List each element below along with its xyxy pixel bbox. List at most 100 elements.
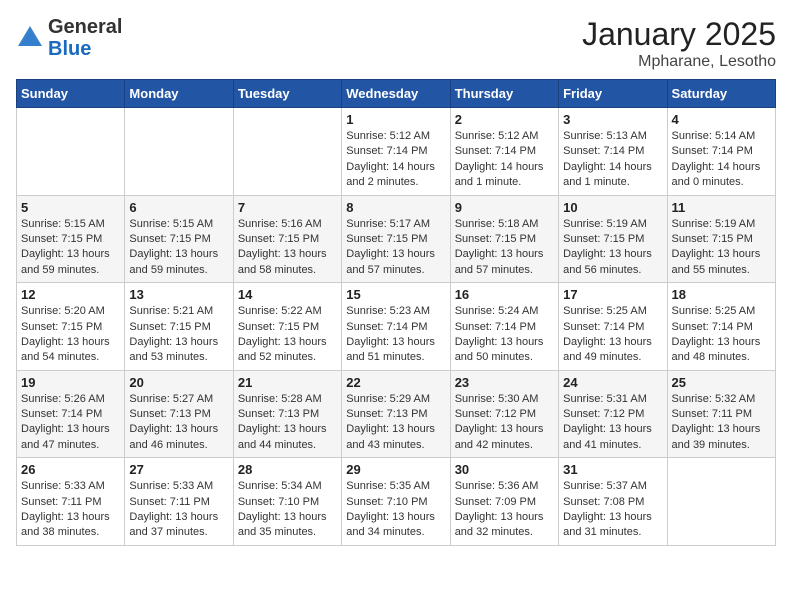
calendar-cell: 26 Sunrise: 5:33 AM Sunset: 7:11 PM Dayli… [17, 458, 125, 546]
day-info: Sunrise: 5:18 AM Sunset: 7:15 PM Dayligh… [455, 217, 554, 279]
title-block: January 2025 Mpharane, Lesotho [582, 16, 776, 71]
day-number: 5 [21, 200, 120, 215]
calendar-cell: 7Sunrise: 5:16 AM Sunset: 7:15 PM Daylig… [233, 195, 341, 283]
day-info: Sunrise: 5:31 AM Sunset: 7:12 PM Dayligh… [563, 392, 662, 454]
calendar-cell [667, 458, 775, 546]
day-number: 19 [21, 375, 120, 390]
calendar-cell: 24 Sunrise: 5:31 AM Sunset: 7:12 PM Dayli… [559, 370, 667, 458]
day-number: 31 [563, 462, 662, 477]
day-number: 25 [672, 375, 771, 390]
day-number: 1 [346, 112, 445, 127]
weekday-header-tuesday: Tuesday [233, 80, 341, 108]
calendar-week-row: 1 Sunrise: 5:12 AM Sunset: 7:14 PM Daylig… [17, 108, 776, 196]
calendar-cell: 12 Sunrise: 5:20 AM Sunset: 7:15 PM Dayli… [17, 283, 125, 371]
day-number: 22 [346, 375, 445, 390]
logo-general: General [48, 16, 122, 38]
day-number: 30 [455, 462, 554, 477]
day-number: 12 [21, 287, 120, 302]
day-info: Sunrise: 5:14 AM Sunset: 7:14 PM Dayligh… [672, 129, 771, 191]
calendar-cell: 3Sunrise: 5:13 AM Sunset: 7:14 PM Daylig… [559, 108, 667, 196]
logo: General Blue [16, 16, 122, 60]
calendar-cell: 27Sunrise: 5:33 AM Sunset: 7:11 PM Dayli… [125, 458, 233, 546]
calendar-cell: 6 Sunrise: 5:15 AM Sunset: 7:15 PM Daylig… [125, 195, 233, 283]
weekday-header-row: SundayMondayTuesdayWednesdayThursdayFrid… [17, 80, 776, 108]
day-info: Sunrise: 5:19 AM Sunset: 7:15 PM Dayligh… [672, 217, 771, 279]
day-number: 28 [238, 462, 337, 477]
calendar-cell: 25Sunrise: 5:32 AM Sunset: 7:11 PM Dayli… [667, 370, 775, 458]
calendar-table: SundayMondayTuesdayWednesdayThursdayFrid… [16, 79, 776, 546]
day-info: Sunrise: 5:30 AM Sunset: 7:12 PM Dayligh… [455, 392, 554, 454]
logo-text: General Blue [48, 16, 122, 60]
weekday-header-saturday: Saturday [667, 80, 775, 108]
day-info: Sunrise: 5:17 AM Sunset: 7:15 PM Dayligh… [346, 217, 445, 279]
day-info: Sunrise: 5:25 AM Sunset: 7:14 PM Dayligh… [563, 304, 662, 366]
day-info: Sunrise: 5:20 AM Sunset: 7:15 PM Dayligh… [21, 304, 120, 366]
day-number: 20 [129, 375, 228, 390]
calendar-cell: 11 Sunrise: 5:19 AM Sunset: 7:15 PM Dayli… [667, 195, 775, 283]
calendar-cell: 5 Sunrise: 5:15 AM Sunset: 7:15 PM Daylig… [17, 195, 125, 283]
location: Mpharane, Lesotho [582, 53, 776, 71]
day-number: 3 [563, 112, 662, 127]
day-info: Sunrise: 5:33 AM Sunset: 7:11 PM Dayligh… [21, 479, 120, 541]
day-number: 27 [129, 462, 228, 477]
weekday-header-friday: Friday [559, 80, 667, 108]
calendar-cell: 15 Sunrise: 5:23 AM Sunset: 7:14 PM Dayli… [342, 283, 450, 371]
calendar-cell: 14 Sunrise: 5:22 AM Sunset: 7:15 PM Dayli… [233, 283, 341, 371]
day-number: 11 [672, 200, 771, 215]
calendar-week-row: 5 Sunrise: 5:15 AM Sunset: 7:15 PM Daylig… [17, 195, 776, 283]
day-number: 17 [563, 287, 662, 302]
calendar-cell: 17 Sunrise: 5:25 AM Sunset: 7:14 PM Dayli… [559, 283, 667, 371]
calendar-cell: 21 Sunrise: 5:28 AM Sunset: 7:13 PM Dayli… [233, 370, 341, 458]
weekday-header-wednesday: Wednesday [342, 80, 450, 108]
day-info: Sunrise: 5:28 AM Sunset: 7:13 PM Dayligh… [238, 392, 337, 454]
weekday-header-sunday: Sunday [17, 80, 125, 108]
calendar-cell: 16 Sunrise: 5:24 AM Sunset: 7:14 PM Dayli… [450, 283, 558, 371]
day-number: 16 [455, 287, 554, 302]
calendar-cell: 9Sunrise: 5:18 AM Sunset: 7:15 PM Daylig… [450, 195, 558, 283]
day-number: 4 [672, 112, 771, 127]
day-number: 29 [346, 462, 445, 477]
day-info: Sunrise: 5:36 AM Sunset: 7:09 PM Dayligh… [455, 479, 554, 541]
day-number: 6 [129, 200, 228, 215]
day-info: Sunrise: 5:29 AM Sunset: 7:13 PM Dayligh… [346, 392, 445, 454]
day-info: Sunrise: 5:12 AM Sunset: 7:14 PM Dayligh… [346, 129, 445, 191]
calendar-week-row: 12 Sunrise: 5:20 AM Sunset: 7:15 PM Dayli… [17, 283, 776, 371]
day-number: 26 [21, 462, 120, 477]
calendar-cell: 10Sunrise: 5:19 AM Sunset: 7:15 PM Dayli… [559, 195, 667, 283]
calendar-cell: 29Sunrise: 5:35 AM Sunset: 7:10 PM Dayli… [342, 458, 450, 546]
day-info: Sunrise: 5:34 AM Sunset: 7:10 PM Dayligh… [238, 479, 337, 541]
day-number: 8 [346, 200, 445, 215]
day-info: Sunrise: 5:21 AM Sunset: 7:15 PM Dayligh… [129, 304, 228, 366]
day-number: 24 [563, 375, 662, 390]
day-info: Sunrise: 5:15 AM Sunset: 7:15 PM Dayligh… [21, 217, 120, 279]
day-info: Sunrise: 5:25 AM Sunset: 7:14 PM Dayligh… [672, 304, 771, 366]
calendar-cell: 20 Sunrise: 5:27 AM Sunset: 7:13 PM Dayli… [125, 370, 233, 458]
page-header: General Blue January 2025 Mpharane, Leso… [16, 16, 776, 71]
day-number: 13 [129, 287, 228, 302]
day-number: 14 [238, 287, 337, 302]
day-info: Sunrise: 5:12 AM Sunset: 7:14 PM Dayligh… [455, 129, 554, 191]
day-number: 2 [455, 112, 554, 127]
weekday-header-monday: Monday [125, 80, 233, 108]
day-number: 18 [672, 287, 771, 302]
day-info: Sunrise: 5:19 AM Sunset: 7:15 PM Dayligh… [563, 217, 662, 279]
calendar-cell: 2 Sunrise: 5:12 AM Sunset: 7:14 PM Daylig… [450, 108, 558, 196]
calendar-cell: 18 Sunrise: 5:25 AM Sunset: 7:14 PM Dayli… [667, 283, 775, 371]
day-info: Sunrise: 5:26 AM Sunset: 7:14 PM Dayligh… [21, 392, 120, 454]
calendar-cell: 22 Sunrise: 5:29 AM Sunset: 7:13 PM Dayli… [342, 370, 450, 458]
day-info: Sunrise: 5:27 AM Sunset: 7:13 PM Dayligh… [129, 392, 228, 454]
calendar-cell: 19 Sunrise: 5:26 AM Sunset: 7:14 PM Dayli… [17, 370, 125, 458]
day-number: 15 [346, 287, 445, 302]
day-info: Sunrise: 5:15 AM Sunset: 7:15 PM Dayligh… [129, 217, 228, 279]
calendar-week-row: 26 Sunrise: 5:33 AM Sunset: 7:11 PM Dayli… [17, 458, 776, 546]
calendar-cell: 31 Sunrise: 5:37 AM Sunset: 7:08 PM Dayli… [559, 458, 667, 546]
day-info: Sunrise: 5:24 AM Sunset: 7:14 PM Dayligh… [455, 304, 554, 366]
calendar-week-row: 19 Sunrise: 5:26 AM Sunset: 7:14 PM Dayli… [17, 370, 776, 458]
day-info: Sunrise: 5:23 AM Sunset: 7:14 PM Dayligh… [346, 304, 445, 366]
day-number: 21 [238, 375, 337, 390]
day-info: Sunrise: 5:37 AM Sunset: 7:08 PM Dayligh… [563, 479, 662, 541]
day-info: Sunrise: 5:22 AM Sunset: 7:15 PM Dayligh… [238, 304, 337, 366]
calendar-cell [17, 108, 125, 196]
calendar-cell [125, 108, 233, 196]
logo-blue: Blue [48, 38, 91, 60]
